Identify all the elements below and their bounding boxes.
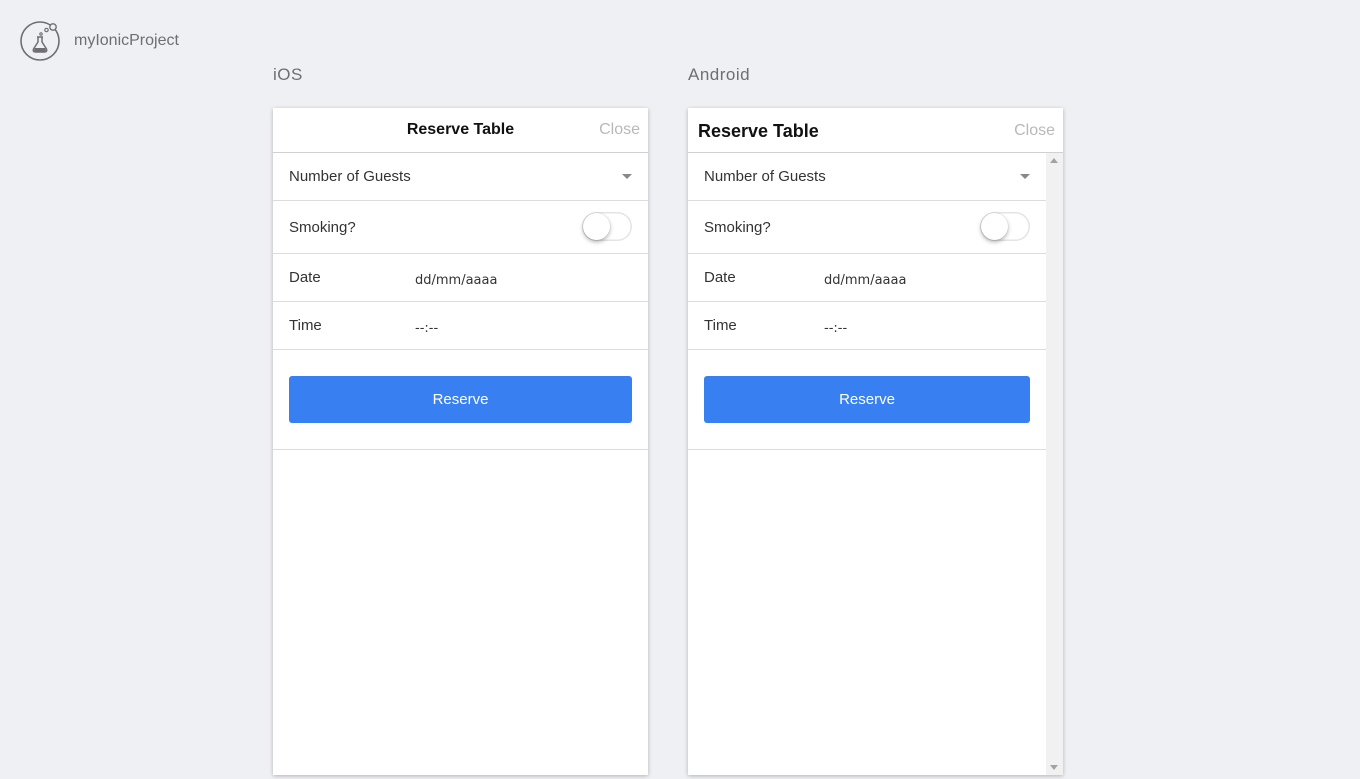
android-smoking-label: Smoking? — [704, 218, 771, 236]
scroll-up-arrow-icon[interactable] — [1050, 158, 1058, 163]
android-time-label: Time — [704, 317, 737, 334]
android-date-item: Date dd/mm/aaaa — [688, 254, 1046, 302]
ios-content: Number of Guests Smoking? Date dd/mm/aaa… — [273, 153, 648, 450]
android-guests-label: Number of Guests — [704, 168, 826, 185]
ios-modal-title: Reserve Table — [406, 121, 515, 138]
ios-smoking-item: Smoking? — [273, 201, 648, 254]
android-time-input[interactable]: --:-- — [824, 321, 847, 336]
ios-chevron-down-icon — [622, 174, 632, 179]
android-time-item: Time --:-- — [688, 302, 1046, 350]
android-reserve-button[interactable]: Reserve — [704, 376, 1030, 423]
android-modal-title: Reserve Table — [698, 121, 819, 141]
ios-date-label: Date — [289, 269, 321, 286]
ios-close-button[interactable]: Close — [599, 108, 640, 152]
ios-date-item: Date dd/mm/aaaa — [273, 254, 648, 302]
scrollbar-track[interactable] — [1048, 170, 1061, 758]
android-toggle-knob — [981, 213, 1008, 240]
ionic-logo-icon — [20, 20, 60, 61]
android-platform-label: Android — [688, 65, 751, 84]
ios-time-label: Time — [289, 317, 322, 334]
android-device-preview: Reserve Table Close Number of Guests Smo… — [688, 108, 1063, 775]
ios-guests-select[interactable]: Number of Guests — [273, 153, 648, 201]
android-smoking-item: Smoking? — [688, 201, 1046, 254]
ios-reserve-button[interactable]: Reserve — [289, 376, 632, 423]
ios-guests-label: Number of Guests — [289, 168, 411, 185]
android-content: Number of Guests Smoking? Date dd/mm/aaa… — [688, 153, 1046, 450]
android-date-input[interactable]: dd/mm/aaaa — [824, 273, 906, 288]
android-date-label: Date — [704, 269, 736, 286]
app-header: myIonicProject — [20, 20, 179, 61]
ios-time-input[interactable]: --:-- — [415, 321, 438, 336]
android-scrollbar[interactable] — [1046, 153, 1063, 775]
scroll-down-arrow-icon[interactable] — [1050, 765, 1058, 770]
ios-time-item: Time --:-- — [273, 302, 648, 350]
android-close-button[interactable]: Close — [1014, 108, 1055, 154]
ios-toggle-knob — [583, 213, 610, 240]
android-chevron-down-icon — [1020, 174, 1030, 179]
ios-toolbar: Reserve Table Close — [273, 108, 648, 153]
android-smoking-toggle[interactable] — [980, 212, 1030, 241]
ios-reserve-item: Reserve — [273, 350, 648, 450]
ios-smoking-toggle[interactable] — [582, 212, 632, 241]
ios-date-input[interactable]: dd/mm/aaaa — [415, 273, 497, 288]
android-reserve-item: Reserve — [688, 350, 1046, 450]
android-toolbar: Reserve Table Close — [688, 108, 1063, 153]
android-guests-select[interactable]: Number of Guests — [688, 153, 1046, 201]
project-name: myIonicProject — [74, 31, 179, 49]
ios-device-preview: Reserve Table Close Number of Guests Smo… — [273, 108, 648, 775]
ios-platform-label: iOS — [273, 65, 303, 84]
ios-smoking-label: Smoking? — [289, 218, 356, 236]
